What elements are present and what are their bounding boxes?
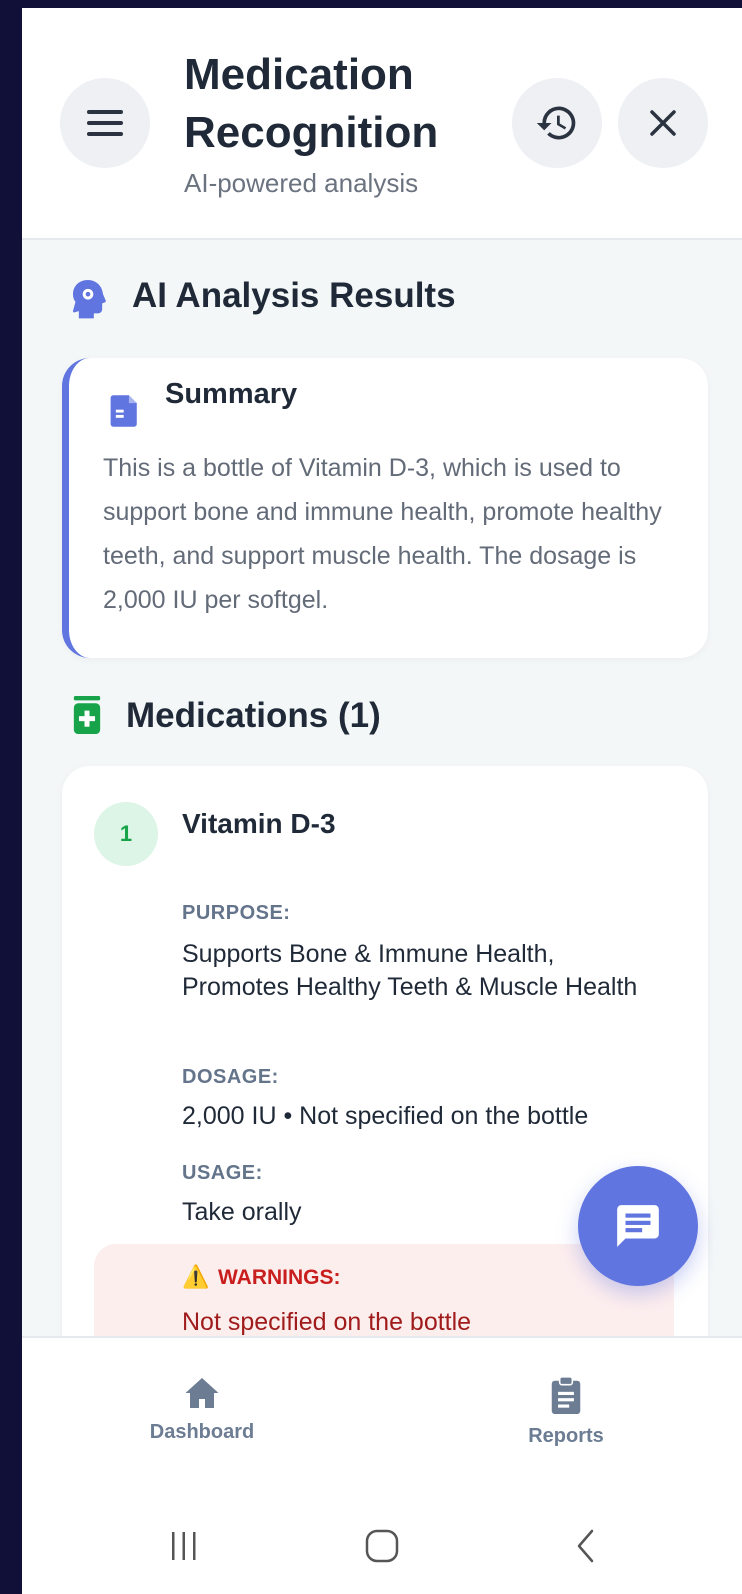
menu-button[interactable] <box>60 78 150 168</box>
warnings-text: Not specified on the bottle <box>182 1308 472 1336</box>
warning-icon: ⚠️ <box>182 1264 210 1289</box>
purpose-label: PURPOSE: <box>182 902 291 924</box>
nav-dashboard-label: Dashboard <box>149 1421 255 1443</box>
chat-fab-button[interactable] <box>578 1166 698 1286</box>
page-subtitle: AI-powered analysis <box>184 168 419 198</box>
document-icon <box>110 395 137 427</box>
medication-card[interactable]: 1 Vitamin D-3 PURPOSE: Supports Bone & I… <box>62 766 708 1386</box>
medications-title: Medications (1) <box>126 696 381 735</box>
bottom-navigation: Dashboard Reports <box>22 1336 742 1594</box>
dosage-value: 2,000 IU • Not specified on the bottle <box>182 1102 589 1130</box>
summary-card: Summary This is a bottle of Vitamin D-3,… <box>62 358 708 658</box>
back-icon[interactable] <box>568 1528 604 1564</box>
page-title: Medication Recognition <box>184 50 439 157</box>
nav-reports-label: Reports <box>528 1425 604 1447</box>
purpose-value: Supports Bone & Immune Health, Promotes … <box>182 940 638 1001</box>
medicine-bottle-icon <box>73 696 101 734</box>
nav-reports[interactable]: Reports <box>486 1376 646 1448</box>
history-button[interactable] <box>512 78 602 168</box>
system-navigation-bar <box>22 1520 742 1580</box>
app-screen: Medication Recognition AI-powered analys… <box>22 8 742 1594</box>
warnings-label: WARNINGS: <box>218 1266 341 1289</box>
close-icon <box>650 110 676 136</box>
home-icon <box>185 1378 219 1408</box>
analysis-results-title: AI Analysis Results <box>132 276 456 315</box>
app-header: Medication Recognition AI-powered analys… <box>22 8 742 240</box>
history-icon <box>536 106 576 140</box>
summary-text: This is a bottle of Vitamin D-3, which i… <box>103 454 662 614</box>
recent-apps-icon[interactable] <box>166 1528 202 1564</box>
medication-name: Vitamin D-3 <box>182 808 336 839</box>
nav-dashboard[interactable]: Dashboard <box>122 1376 282 1444</box>
close-button[interactable] <box>618 78 708 168</box>
clipboard-icon <box>551 1376 581 1414</box>
medication-number-badge: 1 <box>94 802 158 866</box>
summary-title: Summary <box>165 378 298 410</box>
usage-label: USAGE: <box>182 1162 263 1184</box>
dosage-label: DOSAGE: <box>182 1066 279 1088</box>
chat-icon <box>617 1205 659 1247</box>
home-system-icon[interactable] <box>364 1528 400 1564</box>
hamburger-icon <box>87 110 123 136</box>
ai-brain-icon <box>72 280 106 319</box>
